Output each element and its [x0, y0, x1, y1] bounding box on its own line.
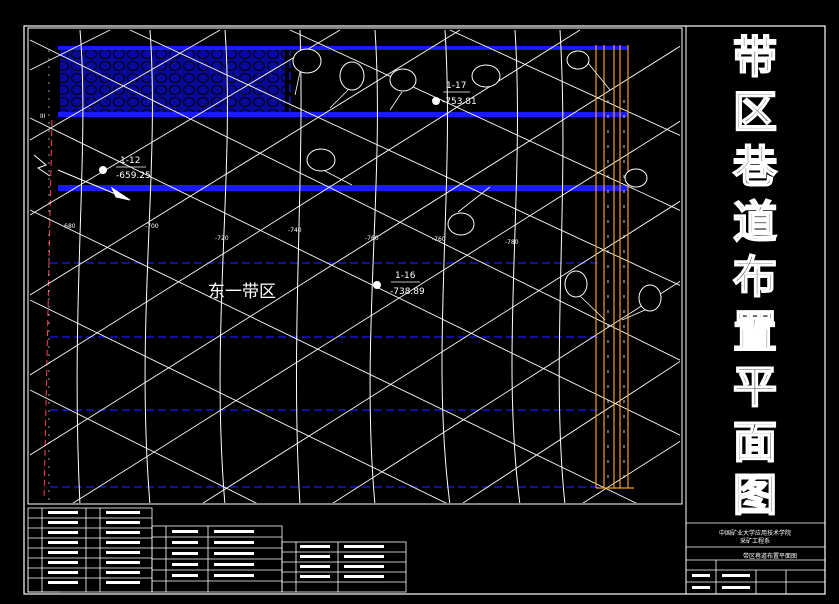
shaft-lines [595, 45, 634, 489]
org-department: 采矿工程系 [740, 537, 770, 545]
drawing-name: 带区巷道布置平面图 [743, 552, 797, 560]
borehole-icon [432, 97, 440, 105]
borehole-id: 1-16 [395, 271, 416, 281]
title-char: 区 [733, 87, 777, 138]
roadway-upper [58, 112, 628, 117]
equipment-symbol-icon [566, 50, 590, 70]
equipment-symbol-icon [389, 68, 417, 92]
equipment-symbol-icon [339, 61, 365, 91]
equipment-symbol-icon [292, 48, 322, 74]
borehole-elev: -659.25 [116, 171, 151, 181]
title-char: 置 [733, 307, 777, 358]
equipment-symbol-icon [624, 168, 648, 188]
roadway-top [58, 46, 628, 50]
borehole-1-16: 1-16 -738.89 [373, 271, 425, 297]
contour-label: -780 [505, 239, 519, 246]
equipment-symbol-icon [471, 64, 501, 88]
borehole-icon [373, 281, 381, 289]
map-area: -680 -700 -720 -740 -760 -760 -780 1-12 … [29, 29, 680, 503]
zone-label: 东一带区 [208, 282, 276, 302]
contour-label: -680 [62, 223, 76, 230]
shaft-ticks [607, 100, 625, 480]
borehole-icon [99, 166, 107, 174]
contour-label: -740 [288, 227, 302, 234]
contour-label: -700 [145, 223, 159, 230]
contour-label: -720 [215, 235, 229, 242]
borehole-id: 1-12 [120, 156, 140, 166]
roadway-mid [58, 185, 628, 191]
equipment-symbol-icon [306, 148, 336, 172]
title-char: 平 [733, 362, 777, 413]
title-char: 图 [733, 470, 777, 521]
drawing-canvas: -680 -700 -720 -740 -760 -760 -780 1-12 … [23, 25, 826, 595]
equipment-symbol-icon [564, 270, 588, 298]
equipment-symbols [292, 48, 662, 312]
title-char: 带 [733, 32, 777, 83]
borehole-id: 1-17 [446, 81, 466, 91]
borehole-elev: -753.81 [442, 97, 477, 107]
title-char: 布 [733, 252, 777, 303]
title-char: 道 [733, 197, 777, 248]
title-char: 面 [733, 417, 777, 468]
borehole-1-17: 1-17 -753.81 [432, 81, 477, 107]
vertical-title: 带 区 巷 道 布 置 平 面 图 [731, 31, 779, 522]
equipment-symbol-icon [638, 284, 662, 312]
borehole-elev: -738.89 [390, 287, 425, 297]
gob-area [60, 46, 285, 116]
title-char: 巷 [732, 142, 778, 193]
equipment-symbol-icon [447, 212, 475, 236]
legend-text-blocks [48, 511, 750, 589]
cad-drawing: -680 -700 -720 -740 -760 -760 -780 1-12 … [0, 0, 839, 604]
legend-table [27, 507, 407, 593]
contour-label: -760 [365, 235, 379, 242]
contour-label: -760 [432, 236, 446, 243]
ucs-icon [27, 560, 60, 593]
left-marker: III [40, 113, 46, 120]
org-name: 中国矿业大学应用技术学院 [719, 529, 791, 537]
borehole-1-12: 1-12 -659.25 [99, 156, 151, 181]
